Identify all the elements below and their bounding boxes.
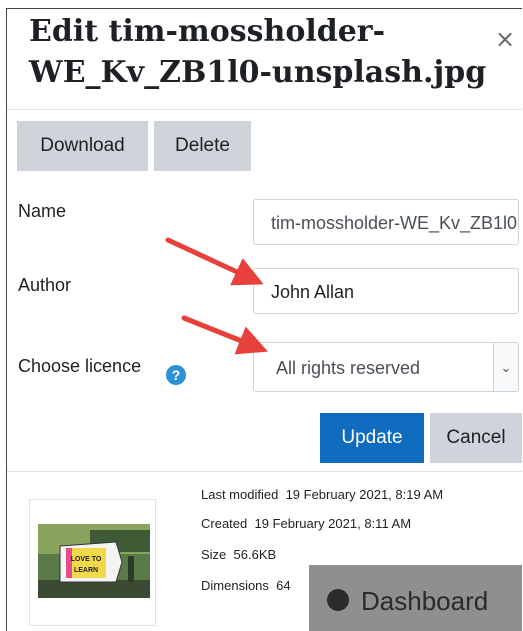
annotation-arrows: [165, 237, 268, 355]
arrow-to-licence: [181, 315, 268, 355]
arrow-to-author: [165, 237, 264, 286]
